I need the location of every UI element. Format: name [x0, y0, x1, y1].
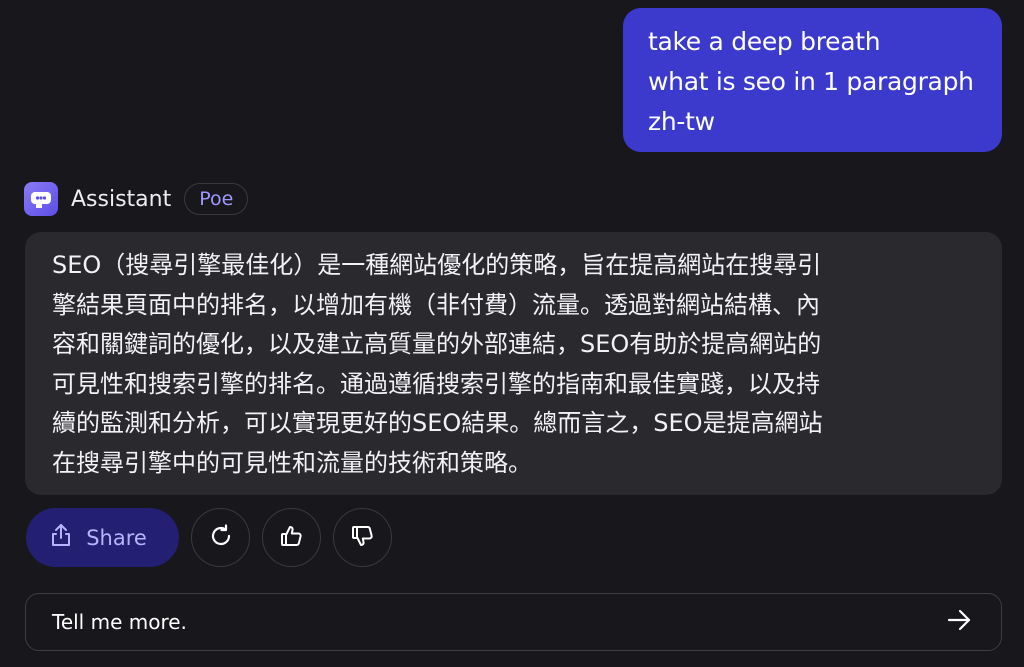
arrow-right-icon: [945, 606, 973, 638]
bot-message-line: 擎結果頁面中的排名，以增加有機（非付費）流量。透過對網站結構、內: [52, 290, 820, 319]
bot-name: Assistant: [71, 186, 172, 212]
share-label: Share: [86, 525, 147, 550]
message-actions: Share: [26, 508, 392, 567]
message-input[interactable]: Tell me more.: [25, 593, 1002, 651]
retry-button[interactable]: [191, 508, 250, 567]
thumbs-down-icon: [350, 523, 376, 553]
thumbs-down-button[interactable]: [333, 508, 392, 567]
thumbs-up-button[interactable]: [262, 508, 321, 567]
bot-message-line: 容和關鍵詞的優化，以及建立高質量的外部連結，SEO有助於提高網站的: [52, 330, 822, 358]
user-message-line: what is seo in 1 paragraph: [648, 67, 974, 96]
share-button[interactable]: Share: [26, 508, 179, 567]
thumbs-up-icon: [279, 523, 305, 553]
user-message-bubble: take a deep breath what is seo in 1 para…: [623, 8, 1002, 152]
user-message-line: take a deep breath: [648, 27, 881, 56]
user-message-line: zh-tw: [648, 107, 715, 136]
bot-message-bubble: SEO（搜尋引擎最佳化）是一種網站優化的策略，旨在提高網站在搜尋引 擎結果頁面中…: [25, 232, 1002, 495]
bot-message-line: 可見性和搜索引擎的排名。通過遵循搜索引擎的指南和最佳實踐，以及持: [52, 369, 820, 398]
robot-icon: [24, 182, 58, 216]
retry-icon: [208, 523, 234, 553]
bot-message-line: 在搜尋引擎中的可見性和流量的技術和策略。: [52, 448, 532, 477]
send-button[interactable]: [943, 606, 975, 638]
bot-message-line: 續的監測和分析，可以實現更好的SEO結果。總而言之，SEO是提高網站: [52, 409, 823, 437]
message-input-text[interactable]: Tell me more.: [52, 610, 943, 634]
bot-badge[interactable]: Poe: [184, 183, 249, 215]
bot-message-line: SEO（搜尋引擎最佳化）是一種網站優化的策略，旨在提高網站在搜尋引: [52, 251, 822, 279]
bot-header: Assistant Poe: [24, 181, 249, 217]
share-icon: [50, 523, 72, 552]
